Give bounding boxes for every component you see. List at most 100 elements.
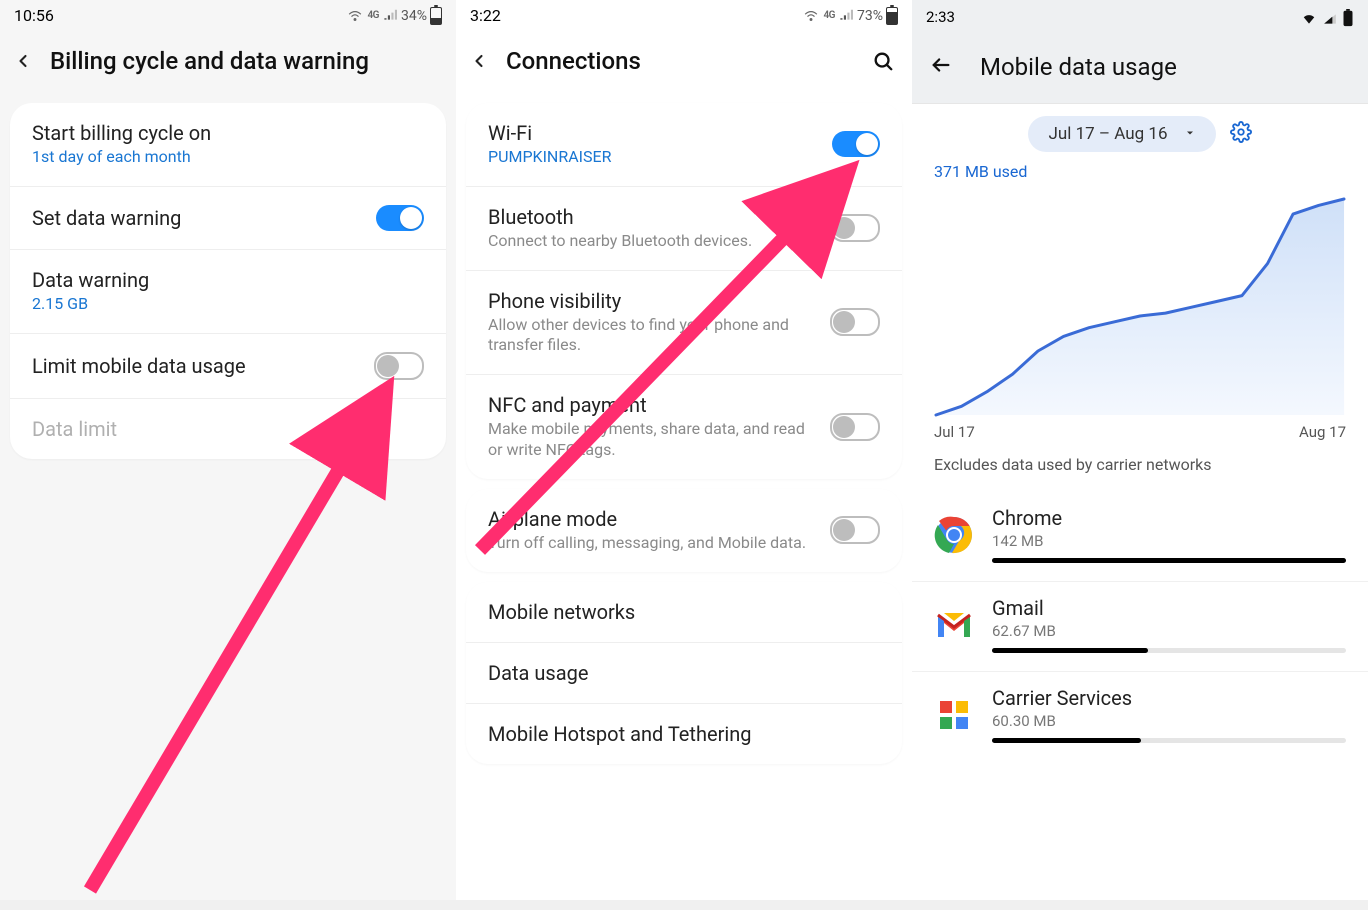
row-wifi[interactable]: Wi-Fi PUMPKINRAISER [466,103,902,187]
settings-card: Start billing cycle on 1st day of each m… [10,103,446,459]
dropdown-icon [1184,124,1196,144]
row-title: NFC and payment [488,393,818,417]
search-button[interactable] [872,50,894,72]
row-title: Data usage [488,661,880,685]
date-range-selector[interactable]: Jul 17 – Aug 16 [1028,116,1215,152]
row-title: Limit mobile data usage [32,354,362,378]
row-title: Data warning [32,268,424,292]
toggle-wifi[interactable] [832,131,880,157]
toggle-limit-mobile-data[interactable] [374,352,424,380]
connections-card-1: Wi-Fi PUMPKINRAISER Bluetooth Connect to… [466,103,902,479]
row-title: Mobile networks [488,600,880,624]
page-title: Billing cycle and data warning [50,47,438,75]
row-data-usage[interactable]: Data usage [466,643,902,704]
status-icons: 4G 34% [347,7,442,25]
status-bar: 2:33 [912,0,1368,31]
toggle-set-data-warning[interactable] [376,205,424,231]
signal-icon [1322,9,1338,27]
row-title: Set data warning [32,206,364,230]
back-button[interactable] [12,50,34,72]
row-billing-cycle[interactable]: Start billing cycle on 1st day of each m… [10,103,446,187]
usage-chart [912,187,1368,417]
row-airplane-mode[interactable]: Airplane mode Turn off calling, messagin… [466,489,902,572]
row-subtitle: PUMPKINRAISER [488,147,820,168]
row-subtitle: Allow other devices to find your phone a… [488,315,818,357]
app-name: Gmail [992,596,1346,620]
connections-card-2: Airplane mode Turn off calling, messagin… [466,489,902,572]
battery-icon [1342,8,1354,27]
status-time: 10:56 [14,6,54,25]
row-nfc[interactable]: NFC and payment Make mobile payments, sh… [466,375,902,479]
network-badge: 4G [367,10,379,21]
network-badge: 4G [823,10,835,21]
phone-2-connections: 3:22 4G 73% Connections [456,0,912,900]
wifi-icon [1300,9,1318,27]
row-title: Phone visibility [488,289,818,313]
status-bar: 3:22 4G 73% [456,0,912,29]
row-subtitle: 2.15 GB [32,294,424,315]
page-title: Mobile data usage [980,53,1177,81]
app-row[interactable]: Chrome 142 MB [912,492,1368,581]
phone-1-billing-cycle: 10:56 4G 34% Billing cycle and data warn… [0,0,456,900]
page-header: Connections [456,29,912,93]
app-icon [934,515,974,555]
row-phone-visibility[interactable]: Phone visibility Allow other devices to … [466,271,902,376]
row-subtitle: 1st day of each month [32,147,424,168]
app-usage-bar [992,738,1346,743]
battery-icon: 73% [857,7,898,25]
wifi-icon [803,8,819,24]
status-time: 3:22 [470,6,501,25]
settings-gear-button[interactable] [1230,121,1252,147]
row-title: Start billing cycle on [32,121,424,145]
signal-icon [383,7,397,25]
app-name: Carrier Services [992,686,1346,710]
row-subtitle: Turn off calling, messaging, and Mobile … [488,533,818,554]
toggle-airplane-mode[interactable] [830,516,880,544]
row-title: Data limit [32,417,424,441]
status-time: 2:33 [926,8,955,27]
app-row[interactable]: Carrier Services 60.30 MB [912,671,1368,761]
app-name: Chrome [992,506,1346,530]
app-row[interactable]: Gmail 62.67 MB [912,581,1368,671]
app-size: 142 MB [992,532,1346,550]
row-mobile-hotspot[interactable]: Mobile Hotspot and Tethering [466,704,902,764]
status-bar: 10:56 4G 34% [0,0,456,29]
row-set-data-warning[interactable]: Set data warning [10,187,446,250]
app-usage-bar [992,558,1346,563]
app-size: 62.67 MB [992,622,1346,640]
page-header: Billing cycle and data warning [0,29,456,93]
apps-list: Chrome 142 MB Gmail 62.67 MB Carrier Ser… [912,492,1368,761]
app-icon [934,695,974,735]
chart-x-left: Jul 17 [934,423,975,441]
row-title: Mobile Hotspot and Tethering [488,722,880,746]
signal-icon [839,7,853,25]
back-button[interactable] [468,50,490,72]
back-button[interactable] [930,54,952,80]
row-subtitle: Make mobile payments, share data, and re… [488,419,818,461]
date-range-label: Jul 17 – Aug 16 [1048,124,1167,144]
app-size: 60.30 MB [992,712,1346,730]
row-title: Bluetooth [488,205,818,229]
page-title: Connections [506,47,856,75]
row-data-warning[interactable]: Data warning 2.15 GB [10,250,446,334]
chart-x-right: Aug 17 [1299,423,1346,441]
app-usage-bar [992,648,1346,653]
row-subtitle: Connect to nearby Bluetooth devices. [488,231,818,252]
connections-card-3: Mobile networks Data usage Mobile Hotspo… [466,582,902,764]
page-header: Mobile data usage [912,31,1368,104]
toggle-nfc[interactable] [830,413,880,441]
app-icon [934,605,974,645]
period-row: Jul 17 – Aug 16 [912,104,1368,162]
row-data-limit: Data limit [10,399,446,459]
row-title: Wi-Fi [488,121,820,145]
toggle-phone-visibility[interactable] [830,308,880,336]
battery-icon: 34% [401,7,442,25]
row-limit-mobile-data[interactable]: Limit mobile data usage [10,334,446,399]
toggle-bluetooth[interactable] [830,214,880,242]
exclude-note: Excludes data used by carrier networks [912,441,1368,492]
row-title: Airplane mode [488,507,818,531]
status-icons: 4G 73% [803,7,898,25]
row-mobile-networks[interactable]: Mobile networks [466,582,902,643]
total-usage-label: 371 MB used [912,162,1368,187]
row-bluetooth[interactable]: Bluetooth Connect to nearby Bluetooth de… [466,187,902,271]
